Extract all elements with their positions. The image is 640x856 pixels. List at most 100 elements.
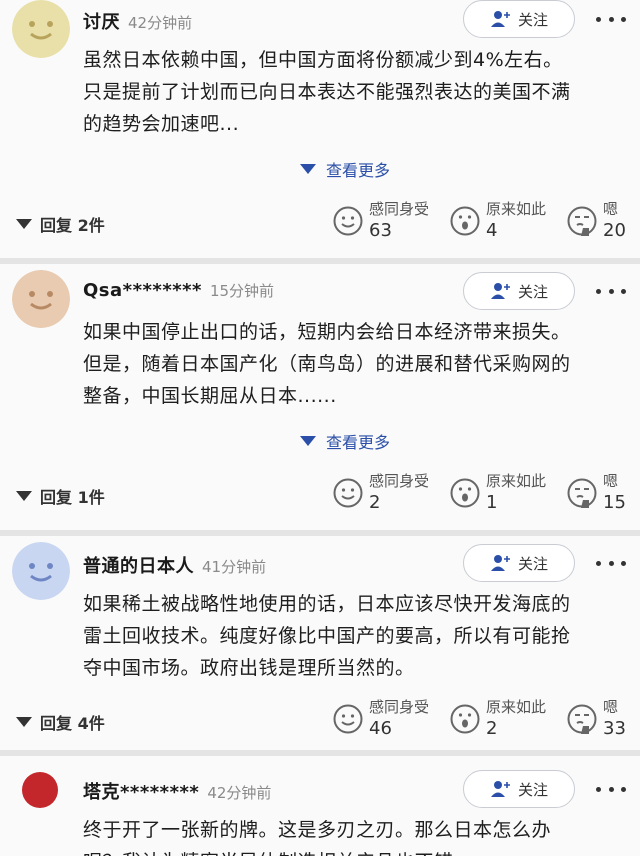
thinking-face-icon (567, 206, 597, 236)
reaction-count: 1 (486, 492, 498, 513)
expand-button[interactable]: 查看更多 (300, 429, 390, 453)
username[interactable]: 普通的日本人 41分钟前 (83, 552, 266, 578)
avatar[interactable] (12, 0, 70, 58)
comment-line: 呢？我认为精密半导体制造相关产品也不错 (83, 846, 628, 856)
comment-card: Qsa******** 15分钟前 关注 如果中国停止出口的话，短期内会给日本经济… (0, 264, 640, 530)
reaction-label: 原来如此 (486, 472, 547, 490)
caret-down-icon (300, 164, 316, 174)
more-options-icon[interactable] (596, 286, 626, 296)
expand-label: 查看更多 (326, 433, 391, 452)
reaction-empathy[interactable]: 感同身受 2 (333, 472, 433, 518)
add-user-icon (490, 555, 510, 571)
comment-text: 如果中国停止出口的话，短期内会给日本经济带来损失。 但是，随着日本国产化（南鸟岛… (83, 316, 628, 412)
reaction-label: 原来如此 (486, 200, 547, 218)
follow-label: 关注 (517, 10, 548, 29)
username-text: Qsa******** (83, 280, 202, 301)
replies-toggle[interactable]: 回复 4件 (16, 710, 105, 734)
username-text: 塔克******** (83, 782, 200, 803)
caret-down-icon (16, 219, 32, 229)
expand-label: 查看更多 (326, 161, 391, 180)
replies-toggle[interactable]: 回复 1件 (16, 484, 105, 508)
post-time: 42分钟前 (207, 784, 272, 802)
reaction-count: 2 (369, 492, 381, 513)
reaction-label: 嗯 (603, 200, 619, 218)
comment-line: 终于开了一张新的牌。这是多刃之刃。那么日本怎么办 (83, 819, 552, 841)
comment-text: 虽然日本依赖中国，但中国方面将份额减少到4%左右。 只是提前了计划而已向日本表达… (83, 44, 628, 140)
comment-line: 夺中国市场。政府出钱是理所当然的。 (83, 657, 415, 679)
comment-line: 的趋势会加速吧... (83, 113, 240, 135)
replies-label: 回复 2件 (40, 216, 105, 235)
reaction-count: 63 (369, 220, 392, 241)
caret-down-icon (300, 436, 316, 446)
add-user-icon (490, 283, 510, 299)
reaction-count: 2 (486, 718, 498, 739)
comment-line: 如果中国停止出口的话，短期内会给日本经济带来损失。 (83, 321, 571, 343)
reaction-count: 33 (603, 718, 626, 739)
follow-button[interactable]: 关注 (463, 0, 575, 38)
username-text: 讨厌 (83, 12, 120, 33)
reaction-surprise[interactable]: 原来如此 1 (450, 472, 550, 518)
more-options-icon[interactable] (596, 14, 626, 24)
reaction-hmm[interactable]: 嗯 15 (567, 472, 637, 518)
follow-button[interactable]: 关注 (463, 272, 575, 310)
username-text: 普通的日本人 (83, 556, 194, 577)
reaction-empathy[interactable]: 感同身受 46 (333, 698, 433, 744)
comment-text: 如果稀土被战略性地使用的话，日本应该尽快开发海底的 雷土回收技术。纯度好像比中国… (83, 588, 628, 684)
username[interactable]: 讨厌 42分钟前 (83, 8, 192, 34)
reaction-hmm[interactable]: 嗯 20 (567, 200, 637, 246)
reaction-count: 4 (486, 220, 498, 241)
post-time: 15分钟前 (209, 282, 275, 300)
surprised-face-icon (450, 704, 480, 734)
reaction-empathy[interactable]: 感同身受 63 (333, 200, 433, 246)
reaction-label: 原来如此 (486, 698, 547, 716)
post-time: 42分钟前 (128, 14, 193, 32)
follow-button[interactable]: 关注 (463, 770, 575, 808)
caret-down-icon (16, 491, 32, 501)
post-time: 41分钟前 (202, 558, 267, 576)
expand-button[interactable]: 查看更多 (300, 157, 390, 181)
comment-line: 虽然日本依赖中国，但中国方面将份额减少到4%左右。 (83, 49, 563, 71)
follow-label: 关注 (517, 780, 548, 799)
follow-label: 关注 (517, 554, 548, 573)
avatar[interactable] (20, 770, 60, 810)
smile-face-icon (333, 478, 363, 508)
comment-card: 塔克******** 42分钟前 关注 终于开了一张新的牌。这是多刃之刃。那么日本… (0, 756, 640, 856)
avatar[interactable] (12, 270, 70, 328)
reaction-count: 20 (603, 220, 626, 241)
replies-label: 回复 1件 (40, 488, 105, 507)
reaction-count: 15 (603, 492, 626, 513)
add-user-icon (490, 781, 510, 797)
reaction-label: 嗯 (603, 472, 619, 490)
more-options-icon[interactable] (596, 558, 626, 568)
add-user-icon (490, 11, 510, 27)
caret-down-icon (16, 717, 32, 727)
follow-label: 关注 (517, 282, 548, 301)
follow-button[interactable]: 关注 (463, 544, 575, 582)
smile-face-icon (333, 704, 363, 734)
surprised-face-icon (450, 206, 480, 236)
comment-card: 讨厌 42分钟前 关注 虽然日本依赖中国，但中国方面将份额减少到4%左右。 只是提… (0, 0, 640, 258)
reaction-count: 46 (369, 718, 392, 739)
comment-text: 终于开了一张新的牌。这是多刃之刃。那么日本怎么办 呢？我认为精密半导体制造相关产… (83, 814, 628, 856)
comment-line: 如果稀土被战略性地使用的话，日本应该尽快开发海底的 (83, 593, 571, 615)
reaction-surprise[interactable]: 原来如此 2 (450, 698, 550, 744)
reaction-label: 嗯 (603, 698, 619, 716)
username[interactable]: Qsa******** 15分钟前 (83, 280, 274, 301)
reaction-hmm[interactable]: 嗯 33 (567, 698, 637, 744)
reaction-label: 感同身受 (369, 698, 430, 716)
comment-card: 普通的日本人 41分钟前 关注 如果稀土被战略性地使用的话，日本应该尽快开发海底的… (0, 536, 640, 750)
surprised-face-icon (450, 478, 480, 508)
comment-line: 但是，随着日本国产化（南鸟岛）的进展和替代采购网的 (83, 353, 571, 375)
avatar[interactable] (12, 542, 70, 600)
comment-line: 整备，中国长期屈从日本...... (83, 385, 337, 407)
reaction-surprise[interactable]: 原来如此 4 (450, 200, 550, 246)
smile-face-icon (333, 206, 363, 236)
replies-label: 回复 4件 (40, 714, 105, 733)
reaction-label: 感同身受 (369, 200, 430, 218)
thinking-face-icon (567, 704, 597, 734)
more-options-icon[interactable] (596, 784, 626, 794)
username[interactable]: 塔克******** 42分钟前 (83, 778, 271, 804)
replies-toggle[interactable]: 回复 2件 (16, 212, 105, 236)
reaction-label: 感同身受 (369, 472, 430, 490)
comment-line: 只是提前了计划而已向日本表达不能强烈表达的美国不满 (83, 81, 571, 103)
